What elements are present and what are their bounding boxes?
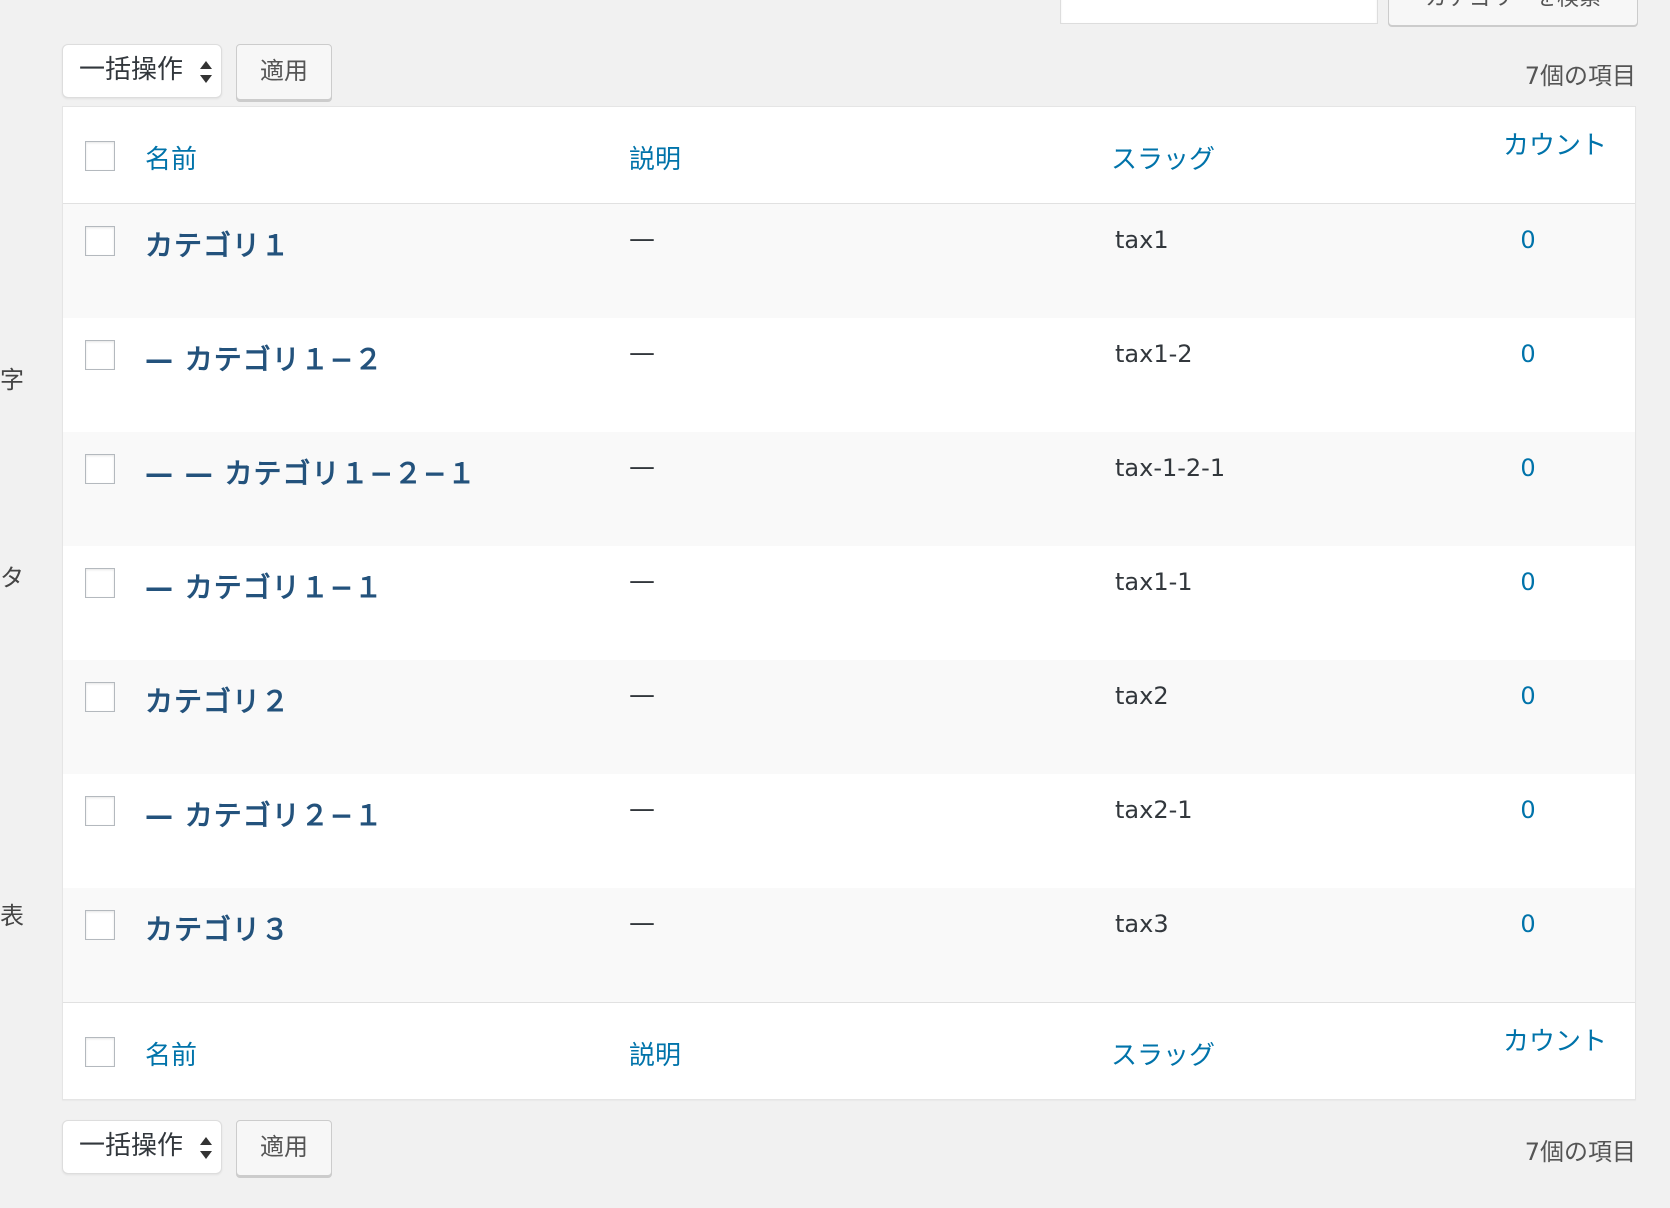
sidebar-label-fragment: 表	[0, 902, 24, 930]
category-count-link[interactable]: 0	[1403, 682, 1653, 710]
row-checkbox[interactable]	[85, 454, 115, 484]
apply-button[interactable]: 適用	[236, 44, 332, 100]
row-checkbox[interactable]	[85, 796, 115, 826]
bulk-action-label: 一括操作	[79, 55, 184, 85]
column-footer-count[interactable]: カウント	[1503, 1021, 1607, 1058]
row-checkbox[interactable]	[85, 226, 115, 256]
table-row: — カテゴリ１−１ — tax1-1 0	[63, 546, 1635, 660]
category-description: —	[629, 224, 655, 254]
column-footer-name[interactable]: 名前	[145, 1035, 197, 1072]
row-checkbox[interactable]	[85, 682, 115, 712]
column-header-slug[interactable]: スラッグ	[1111, 139, 1215, 176]
category-count-link[interactable]: 0	[1403, 568, 1653, 596]
table-row: カテゴリ１ — tax1 0	[63, 204, 1635, 318]
category-count-link[interactable]: 0	[1403, 796, 1653, 824]
column-footer-description[interactable]: 説明	[629, 1035, 681, 1072]
table-header: 名前 説明 スラッグ カウント	[63, 107, 1635, 204]
row-checkbox[interactable]	[85, 340, 115, 370]
select-arrows-icon	[199, 61, 213, 83]
column-footer-slug[interactable]: スラッグ	[1111, 1035, 1215, 1072]
table-footer: 名前 説明 スラッグ カウント	[63, 1002, 1635, 1099]
sidebar-label-fragment: 字	[0, 366, 24, 394]
tablenav-top: 一括操作 適用 7個の項目	[62, 44, 1636, 100]
bulk-action-select-bottom[interactable]: 一括操作	[62, 1120, 222, 1174]
category-slug: tax2-1	[1115, 796, 1193, 824]
category-slug: tax2	[1115, 682, 1169, 710]
row-checkbox[interactable]	[85, 910, 115, 940]
category-name-link[interactable]: — — カテゴリ１−２−１	[145, 452, 476, 492]
category-name-link[interactable]: — カテゴリ１−１	[145, 566, 383, 606]
category-name-link[interactable]: カテゴリ２	[145, 680, 290, 720]
category-count-link[interactable]: 0	[1403, 454, 1653, 482]
category-count-link[interactable]: 0	[1403, 226, 1653, 254]
category-description: —	[629, 452, 655, 482]
select-all-checkbox[interactable]	[85, 141, 115, 171]
category-slug: tax1	[1115, 226, 1169, 254]
tablenav-bottom: 一括操作 適用 7個の項目	[62, 1120, 1636, 1176]
search-input[interactable]	[1060, 0, 1378, 24]
category-count-link[interactable]: 0	[1403, 910, 1653, 938]
category-name-link[interactable]: — カテゴリ１−２	[145, 338, 383, 378]
category-slug: tax1-2	[1115, 340, 1193, 368]
table-row: カテゴリ２ — tax2 0	[63, 660, 1635, 774]
category-description: —	[629, 680, 655, 710]
item-count-bottom: 7個の項目	[1524, 1138, 1636, 1166]
category-slug: tax3	[1115, 910, 1169, 938]
category-slug: tax-1-2-1	[1115, 454, 1226, 482]
categories-table: 名前 説明 スラッグ カウント カテゴリ１ — tax1 0 — カテゴリ１−２…	[62, 106, 1636, 1100]
bulk-action-select[interactable]: 一括操作	[62, 44, 222, 98]
category-description: —	[629, 338, 655, 368]
category-name-link[interactable]: カテゴリ１	[145, 224, 290, 264]
table-row: — — カテゴリ１−２−１ — tax-1-2-1 0	[63, 432, 1635, 546]
table-row: — カテゴリ１−２ — tax1-2 0	[63, 318, 1635, 432]
category-name-link[interactable]: — カテゴリ２−１	[145, 794, 383, 834]
select-arrows-icon	[199, 1137, 213, 1159]
column-header-description[interactable]: 説明	[629, 139, 681, 176]
table-row: — カテゴリ２−１ — tax2-1 0	[63, 774, 1635, 888]
category-count-link[interactable]: 0	[1403, 340, 1653, 368]
column-header-name[interactable]: 名前	[145, 139, 197, 176]
row-checkbox[interactable]	[85, 568, 115, 598]
category-description: —	[629, 908, 655, 938]
table-row: カテゴリ３ — tax3 0	[63, 888, 1635, 1002]
category-name-link[interactable]: カテゴリ３	[145, 908, 290, 948]
sidebar-label-fragment: タ	[0, 564, 24, 592]
category-description: —	[629, 794, 655, 824]
item-count: 7個の項目	[1524, 62, 1636, 90]
category-description: —	[629, 566, 655, 596]
column-header-count[interactable]: カウント	[1503, 125, 1607, 162]
apply-button-bottom[interactable]: 適用	[236, 1120, 332, 1176]
bulk-action-label: 一括操作	[79, 1131, 184, 1161]
select-all-checkbox-footer[interactable]	[85, 1037, 115, 1067]
category-slug: tax1-1	[1115, 568, 1193, 596]
search-categories-button[interactable]: カテゴリーを検索	[1388, 0, 1638, 26]
